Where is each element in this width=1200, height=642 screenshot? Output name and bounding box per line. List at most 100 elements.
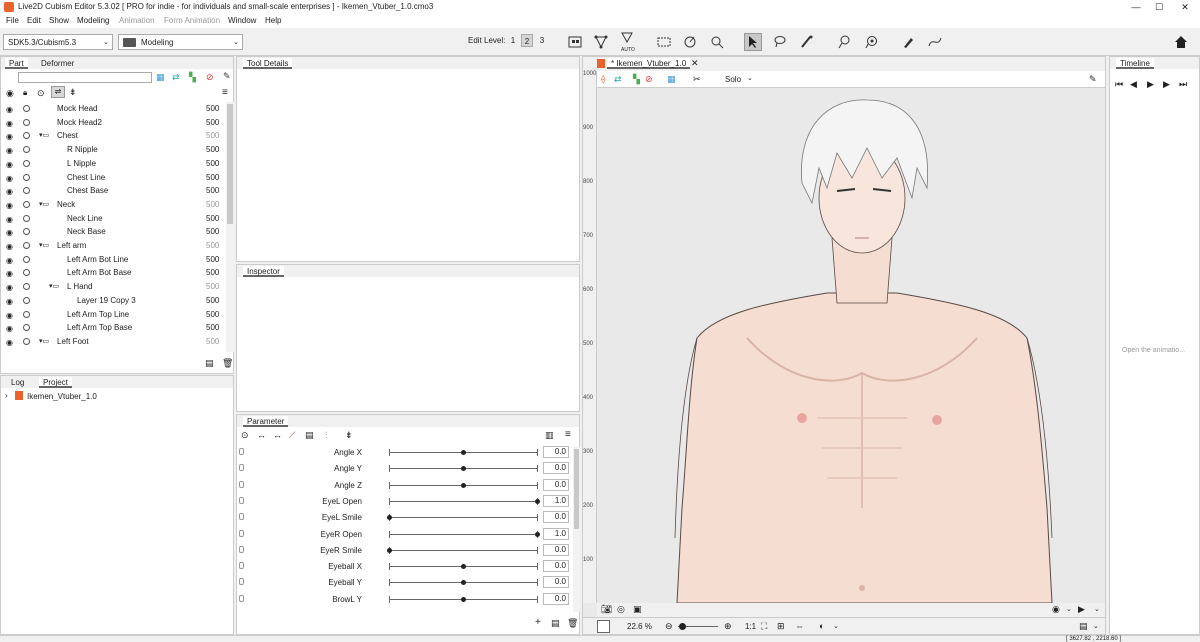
lock-toggle[interactable] xyxy=(23,324,30,332)
ratio-button[interactable]: 1:1 xyxy=(745,622,756,631)
rotation-icon[interactable] xyxy=(681,33,699,51)
visibility-eye-icon[interactable]: ◉ xyxy=(6,187,13,196)
bezier-icon[interactable] xyxy=(926,33,944,51)
parameter-lock-icon[interactable] xyxy=(239,464,244,472)
tab-model[interactable]: * Ikemen_Vtuber_1.0 xyxy=(607,58,691,69)
folder-icon[interactable]: ▾▭ xyxy=(39,131,49,139)
lock-toggle[interactable] xyxy=(23,255,30,263)
tree-row[interactable]: ◉ Left Arm Bot Line 500 xyxy=(1,253,226,267)
parameter-slider-knob[interactable] xyxy=(461,596,466,602)
parameter-value-input[interactable]: 1.0 xyxy=(543,527,569,540)
folder-icon[interactable]: ▾▭ xyxy=(39,241,49,249)
camera-icon[interactable]: 📷︎ xyxy=(601,604,612,615)
minimize-button[interactable]: — xyxy=(1125,0,1147,14)
grid-view-icon[interactable]: ▦ xyxy=(667,74,676,85)
edit-level-2-button[interactable]: 2 xyxy=(521,34,533,47)
brush-select-icon[interactable] xyxy=(798,33,816,51)
tree-row[interactable]: ◉ R Nipple 500 xyxy=(1,143,226,157)
visibility-eye-icon[interactable]: ◉ xyxy=(6,338,13,347)
pin-panel-icon[interactable]: ✎ xyxy=(223,71,231,82)
key-delete-icon[interactable]: ⟋ xyxy=(289,430,295,441)
grid-icon[interactable]: ▦ xyxy=(156,72,165,83)
visibility-eye-icon[interactable]: ◉ xyxy=(6,201,13,210)
trash-icon[interactable]: 🗑︎ xyxy=(567,618,578,629)
visibility-eye-icon[interactable]: ◉ xyxy=(6,105,13,114)
clipboard-icon[interactable]: ▥ xyxy=(545,430,554,441)
folder-icon[interactable]: ▾▭ xyxy=(39,337,49,345)
parameter-slider-knob[interactable] xyxy=(461,466,466,472)
lock-toggle[interactable] xyxy=(23,173,30,181)
lock-toggle[interactable] xyxy=(23,242,30,249)
tree-row[interactable]: ▾▭ ◉ Chest 500 xyxy=(1,129,226,143)
parameter-lock-icon[interactable] xyxy=(239,545,244,553)
zoom-slider-knob[interactable] xyxy=(679,623,686,630)
chevron-down-icon[interactable]: ⌄ xyxy=(833,622,839,630)
parameter-slider-knob[interactable] xyxy=(387,547,392,553)
tree-row[interactable]: ◉ Mock Head2 500 xyxy=(1,116,226,130)
tab-parameter[interactable]: Parameter xyxy=(243,416,289,427)
record-dot-icon[interactable]: ◉ xyxy=(1052,604,1060,615)
menu-icon[interactable]: ≡ xyxy=(222,87,228,98)
parameter-slider[interactable] xyxy=(389,549,537,551)
new-folder-icon[interactable]: ▤ xyxy=(551,618,560,629)
lock-toggle[interactable] xyxy=(23,337,30,345)
tab-timeline[interactable]: Timeline xyxy=(1116,58,1154,69)
maximize-button[interactable]: ☐ xyxy=(1148,0,1170,14)
edit-level-3-button[interactable]: 3 xyxy=(536,34,548,47)
tab-inspector[interactable]: Inspector xyxy=(243,266,284,277)
fit-icon[interactable]: ⛶ xyxy=(761,621,767,632)
parameter-row[interactable]: Angle X 0.0 xyxy=(237,444,573,460)
mesh-edit-icon[interactable] xyxy=(592,33,610,51)
pin-icon[interactable] xyxy=(708,33,726,51)
lock-toggle[interactable] xyxy=(23,187,30,195)
menu-icon[interactable]: ≡ xyxy=(565,429,571,440)
scissor-icon[interactable]: ✂ xyxy=(693,74,701,85)
parameter-value-input[interactable]: 0.0 xyxy=(543,543,569,556)
group-icon[interactable]: ⫶ xyxy=(325,430,327,441)
parameter-row[interactable]: Angle Z 0.0 xyxy=(237,477,573,493)
parameter-row[interactable]: Eyeball X 0.0 xyxy=(237,558,573,574)
deformer-icon[interactable] xyxy=(566,33,584,51)
parameter-row[interactable]: EyeL Smile 0.0 xyxy=(237,509,573,525)
display-mode-icon[interactable]: ◐ xyxy=(819,621,824,631)
parameter-lock-icon[interactable] xyxy=(239,513,244,521)
link-view-icon[interactable]: ⇄ xyxy=(614,74,622,85)
sdk-select[interactable]: SDK5.3/Cubism5.3 ⌄ xyxy=(3,34,113,50)
menu-window[interactable]: Window xyxy=(228,16,256,25)
parameter-lock-icon[interactable] xyxy=(239,562,244,570)
visibility-eye-icon[interactable]: ◉ xyxy=(6,324,13,333)
clear-icon[interactable]: ⊘ xyxy=(206,72,214,83)
parameter-row[interactable]: EyeR Smile 0.0 xyxy=(237,542,573,558)
parameter-slider-knob[interactable] xyxy=(461,482,466,488)
play-icon[interactable]: ▶ xyxy=(1147,79,1154,90)
arrow-select-icon[interactable] xyxy=(744,33,762,51)
visibility-eye-icon[interactable]: ◉ xyxy=(6,132,13,141)
key-add-icon[interactable]: ↔ xyxy=(273,430,282,440)
tree-row[interactable]: ▾▭ ◉ Left arm 500 xyxy=(1,239,226,253)
chevron-down-icon[interactable]: ⌄ xyxy=(747,74,753,82)
chevron-right-icon[interactable]: › xyxy=(5,391,8,400)
zoom-in-icon[interactable]: ⊕ xyxy=(724,621,732,632)
parameter-value-input[interactable]: 0.0 xyxy=(543,592,569,605)
visibility-eye-icon[interactable]: ◉ xyxy=(6,146,13,155)
skip-end-icon[interactable]: ⏭ xyxy=(1179,79,1187,90)
tab-deformer[interactable]: Deformer xyxy=(37,58,78,69)
parameter-value-input[interactable]: 0.0 xyxy=(543,511,569,524)
parameter-lock-icon[interactable] xyxy=(239,594,244,602)
parameter-slider[interactable] xyxy=(389,533,537,535)
visibility-eye-icon[interactable]: ◉ xyxy=(6,283,13,292)
visibility-eye-icon[interactable]: ◉ xyxy=(6,297,13,306)
menu-modeling[interactable]: Modeling xyxy=(77,16,109,25)
glue-icon[interactable] xyxy=(655,33,673,51)
reset-view-icon[interactable]: ⊞ xyxy=(777,621,785,632)
layout-icon[interactable]: ▤ xyxy=(1079,621,1088,632)
new-folder-icon[interactable]: ▤ xyxy=(205,358,214,369)
lock-toggle[interactable] xyxy=(23,159,30,167)
parameter-row[interactable]: BrowL Y 0.0 xyxy=(237,591,573,607)
table-icon[interactable]: ▤ xyxy=(305,430,314,441)
parameter-row[interactable]: EyeL Open 1.0 xyxy=(237,493,573,509)
menu-show[interactable]: Show xyxy=(49,16,69,25)
tab-log[interactable]: Log xyxy=(7,377,28,388)
lock-toggle[interactable] xyxy=(23,228,30,236)
tree-row[interactable]: ◉ Left Arm Bot Base 500 xyxy=(1,266,226,280)
